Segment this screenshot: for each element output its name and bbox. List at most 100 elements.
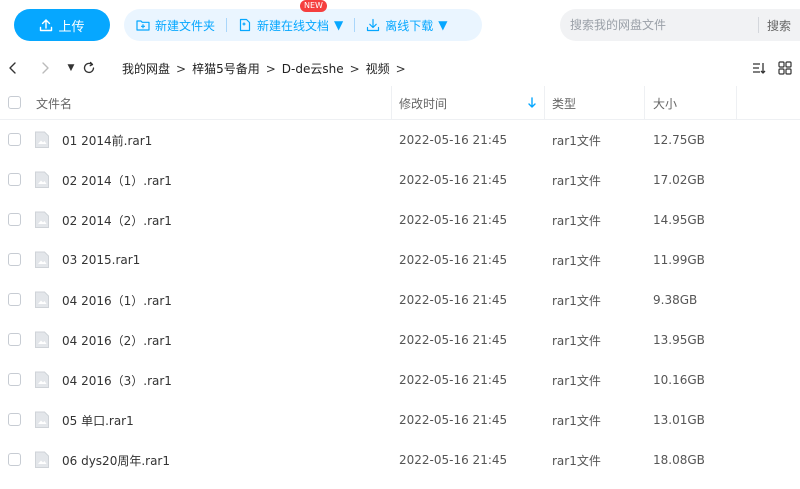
sort-icon[interactable] <box>752 61 766 75</box>
file-name[interactable]: 02 2014（1）.rar1 <box>62 160 172 200</box>
column-divider <box>644 86 645 120</box>
table-header: 文件名 修改时间 类型 大小 <box>0 86 800 120</box>
action-group: 新建文件夹 新建在线文档 ▼ NEW 离线下载 ▼ <box>124 0 482 41</box>
file-type: rar1文件 <box>552 293 601 308</box>
file-type: rar1文件 <box>552 453 601 468</box>
table-row[interactable]: 04 2016（1）.rar1 2022-05-16 21:45 rar1文件 9.3… <box>0 280 800 320</box>
breadcrumb-item[interactable]: 梓猫5号备用 <box>192 60 260 77</box>
forward-icon[interactable] <box>38 61 52 75</box>
file-icon <box>34 171 50 189</box>
row-checkbox[interactable] <box>8 373 21 386</box>
file-name[interactable]: 01 2014前.rar1 <box>62 120 152 160</box>
file-name[interactable]: 02 2014（2）.rar1 <box>62 200 172 240</box>
divider <box>226 18 228 32</box>
file-name[interactable]: 04 2016（1）.rar1 <box>62 280 172 320</box>
modified-time: 2022-05-16 21:45 <box>399 453 508 467</box>
file-icon <box>34 291 50 309</box>
history-dropdown-icon[interactable]: ▼ <box>64 61 78 75</box>
breadcrumb-item[interactable]: 我的网盘 <box>122 60 170 77</box>
file-type: rar1文件 <box>552 173 601 188</box>
row-checkbox[interactable] <box>8 253 21 266</box>
row-checkbox[interactable] <box>8 453 21 466</box>
file-size: 14.95GB <box>653 213 705 227</box>
upload-icon <box>40 19 53 32</box>
table-row[interactable]: 01 2014前.rar1 2022-05-16 21:45 rar1文件 12.75… <box>0 120 800 160</box>
new-doc-icon <box>239 18 251 32</box>
new-doc-button[interactable]: 新建在线文档 ▼ NEW <box>238 0 344 34</box>
column-header-name[interactable]: 文件名 <box>36 86 72 120</box>
new-doc-label: 新建在线文档 <box>257 18 330 33</box>
table-row[interactable]: 02 2014（1）.rar1 2022-05-16 21:45 rar1文件 17.… <box>0 160 800 200</box>
file-name[interactable]: 05 单口.rar1 <box>62 400 134 440</box>
column-divider <box>391 86 392 120</box>
select-all-checkbox[interactable] <box>8 96 21 109</box>
search-box: 搜索 <box>560 9 800 41</box>
table-row[interactable]: 05 单口.rar1 2022-05-16 21:45 rar1文件 13.01GB <box>0 400 800 440</box>
nav-bar: ▼ 我的网盘 > 梓猫5号备用 > D-de云she > 视频 > <box>0 54 800 82</box>
file-size: 17.02GB <box>653 173 705 187</box>
search-input[interactable] <box>570 18 758 32</box>
view-controls <box>752 61 792 75</box>
file-icon <box>34 331 50 349</box>
grid-view-icon[interactable] <box>778 61 792 75</box>
offline-download-label: 离线下载 <box>385 18 434 33</box>
table-row[interactable]: 04 2016（3）.rar1 2022-05-16 21:45 rar1文件 10.… <box>0 360 800 400</box>
row-checkbox[interactable] <box>8 413 21 426</box>
row-checkbox[interactable] <box>8 293 21 306</box>
file-name[interactable]: 03 2015.rar1 <box>62 240 140 280</box>
back-icon[interactable] <box>6 61 20 75</box>
new-badge: NEW <box>300 0 327 12</box>
column-header-modified[interactable]: 修改时间 <box>399 86 447 120</box>
file-type: rar1文件 <box>552 333 601 348</box>
divider <box>758 17 759 33</box>
file-size: 12.75GB <box>653 133 705 147</box>
new-folder-icon <box>136 20 150 31</box>
column-header-type[interactable]: 类型 <box>552 86 576 120</box>
file-name[interactable]: 06 dys20周年.rar1 <box>62 440 170 480</box>
file-name[interactable]: 04 2016（3）.rar1 <box>62 360 172 400</box>
new-folder-button[interactable]: 新建文件夹 <box>136 17 215 34</box>
breadcrumb-item[interactable]: 视频 <box>366 60 390 77</box>
file-type: rar1文件 <box>552 213 601 228</box>
file-size: 9.38GB <box>653 293 698 307</box>
file-type: rar1文件 <box>552 253 601 268</box>
file-size: 13.95GB <box>653 333 705 347</box>
table-row[interactable]: 02 2014（2）.rar1 2022-05-16 21:45 rar1文件 14.… <box>0 200 800 240</box>
modified-time: 2022-05-16 21:45 <box>399 173 508 187</box>
offline-download-button[interactable]: 离线下载 ▼ <box>366 17 448 34</box>
table-row[interactable]: 04 2016（2）.rar1 2022-05-16 21:45 rar1文件 13.… <box>0 320 800 360</box>
upload-button[interactable]: 上传 <box>14 9 110 41</box>
file-icon <box>34 131 50 149</box>
file-type: rar1文件 <box>552 133 601 148</box>
breadcrumb-separator: > <box>395 61 406 76</box>
search-button[interactable]: 搜索 <box>767 17 791 34</box>
file-icon <box>34 211 50 229</box>
table-row[interactable]: 03 2015.rar1 2022-05-16 21:45 rar1文件 11.99G… <box>0 240 800 280</box>
breadcrumb-separator: > <box>349 61 360 76</box>
file-icon <box>34 411 50 429</box>
file-icon <box>34 251 50 269</box>
row-checkbox[interactable] <box>8 133 21 146</box>
row-checkbox[interactable] <box>8 333 21 346</box>
download-icon <box>367 18 380 32</box>
sort-desc-icon[interactable] <box>527 97 537 109</box>
chevron-down-icon: ▼ <box>334 18 344 32</box>
row-checkbox[interactable] <box>8 213 21 226</box>
refresh-icon[interactable] <box>82 61 96 75</box>
file-type: rar1文件 <box>552 413 601 428</box>
breadcrumb-separator: > <box>176 61 187 76</box>
column-divider <box>736 86 737 120</box>
file-size: 11.99GB <box>653 253 705 267</box>
file-size: 18.08GB <box>653 453 705 467</box>
row-checkbox[interactable] <box>8 173 21 186</box>
divider <box>354 18 356 32</box>
file-icon <box>34 371 50 389</box>
file-name[interactable]: 04 2016（2）.rar1 <box>62 320 172 360</box>
modified-time: 2022-05-16 21:45 <box>399 213 508 227</box>
file-size: 13.01GB <box>653 413 705 427</box>
breadcrumb-item[interactable]: D-de云she <box>282 60 344 77</box>
column-header-size[interactable]: 大小 <box>653 86 677 120</box>
table-row[interactable]: 06 dys20周年.rar1 2022-05-16 21:45 rar1文件 18.… <box>0 440 800 480</box>
file-icon <box>34 451 50 469</box>
chevron-down-icon: ▼ <box>438 18 448 32</box>
